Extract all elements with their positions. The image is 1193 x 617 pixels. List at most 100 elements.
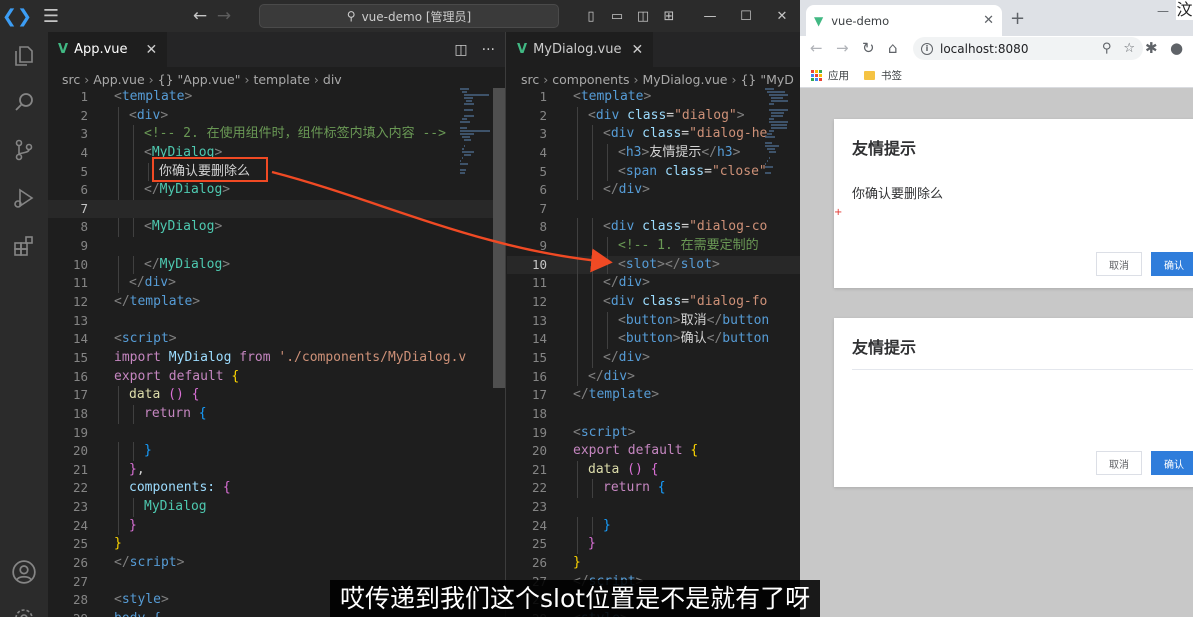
code-line[interactable]: 15 import MyDialog from './components/MyD… [48,349,505,368]
toggle-panel-icon[interactable]: ▭ [604,0,630,32]
more-actions-icon[interactable]: ··· [482,42,495,58]
toggle-primary-sidebar-icon[interactable]: ▯ [578,0,604,32]
tab-mydialog-vue[interactable]: V MyDialog.vue ✕ [507,32,654,67]
code-line[interactable]: 4 <h3>友情提示</h3> [507,143,800,163]
close-tab-icon[interactable]: ✕ [631,42,643,58]
code-line[interactable]: 10 <slot></slot> [507,255,800,275]
maximize-icon[interactable]: ☐ [728,0,764,32]
customize-layout-icon[interactable]: ⊞ [656,0,682,32]
confirm-button[interactable]: 确认 [1151,451,1193,475]
breadcrumb-item[interactable]: src [62,72,80,87]
explorer-icon[interactable] [0,34,48,78]
close-window-icon[interactable]: ✕ [764,0,800,32]
code-line[interactable]: 18 return { [48,404,505,424]
code-line[interactable]: 8 <div class="dialog-co [507,218,800,238]
forward-arrow-icon[interactable]: → [836,39,849,57]
code-line[interactable]: 23 [507,498,800,517]
code-line[interactable]: 6 </div> [507,181,800,200]
breadcrumb-item[interactable]: components [552,72,629,87]
code-line[interactable]: 16 export default { [48,368,505,387]
command-center-search[interactable]: ⚲ vue-demo [管理员] [259,4,559,28]
close-tab-icon[interactable]: ✕ [983,13,994,28]
breadcrumb-item[interactable]: {} "App.vue" [158,72,241,87]
close-tab-icon[interactable]: ✕ [146,42,158,58]
code-line[interactable]: 15 </div> [507,348,800,368]
code-line[interactable]: 23 MyDialog [48,498,505,517]
source-control-icon[interactable] [0,128,48,172]
back-arrow-icon[interactable]: ← [810,39,823,57]
home-icon[interactable]: ⌂ [888,39,898,57]
back-arrow-icon[interactable]: ← [188,6,212,26]
code-line[interactable]: 24} [48,516,505,536]
code-line[interactable]: 25} [48,535,505,554]
code-line[interactable]: 1 <template> [507,88,800,107]
code-line[interactable]: 2 <div class="dialog"> [507,106,800,126]
code-editor[interactable]: 1 <template> 2 <div> 3 <!-- 2. 在使用组件时，组件标签内填入… [48,88,505,617]
menu-icon[interactable]: ☰ [34,0,68,32]
code-line[interactable]: 20 export default { [507,442,800,461]
code-line[interactable]: 14 <button>确认</button [507,330,800,349]
bookmark-folder[interactable]: 书签 [864,68,902,83]
code-line[interactable]: 9 <!-- 1. 在需要定制的 [507,237,800,256]
code-line[interactable]: 26} [507,554,800,573]
vertical-scrollbar[interactable] [493,88,505,388]
profile-icon[interactable]: ● [1170,39,1183,57]
code-line[interactable]: 11 </div> [507,274,800,294]
code-line[interactable]: 18 [507,405,800,424]
code-line[interactable]: 24} [507,516,800,536]
code-line[interactable]: 7 [48,199,505,219]
code-editor[interactable]: 1 <template> 2 <div class="dialog"> 3 <div cl… [507,88,800,617]
extensions-icon[interactable] [0,224,48,268]
toggle-secondary-sidebar-icon[interactable]: ◫ [630,0,656,32]
address-bar[interactable]: i localhost:8080 ⚲ ☆ [913,37,1143,60]
new-tab-icon[interactable]: + [1010,8,1025,29]
code-line[interactable]: 8 <MyDialog> [48,218,505,238]
site-info-icon[interactable]: i [921,42,933,55]
split-editor-icon[interactable]: ◫ [454,42,467,58]
code-line[interactable]: 17 </template> [507,386,800,405]
code-line[interactable]: 17 data () { [48,386,505,405]
code-line[interactable]: 26 </script> [48,554,505,573]
bookmark-star-icon[interactable]: ☆ [1123,41,1135,56]
code-line[interactable]: 10 </MyDialog> [48,255,505,275]
code-line[interactable]: 20} [48,442,505,461]
browser-tab[interactable]: ▼ vue-demo ✕ [806,5,1002,36]
code-line[interactable]: 22 components: { [48,479,505,499]
code-line[interactable]: 9 [48,237,505,256]
extensions-puzzle-icon[interactable]: ✱ [1145,39,1158,57]
minimap[interactable] [765,88,800,558]
code-line[interactable]: 16 </div> [507,367,800,387]
breadcrumb-item[interactable]: src [521,72,539,87]
code-line[interactable]: 13 [48,312,505,331]
confirm-button[interactable]: 确认 [1151,252,1193,276]
run-debug-icon[interactable] [0,176,48,220]
code-line[interactable]: 1 <template> [48,88,505,107]
reload-icon[interactable]: ↻ [862,39,875,57]
tab-app-vue[interactable]: V App.vue ✕ [48,32,168,67]
account-icon[interactable] [0,550,48,594]
minimize-icon[interactable]: — [1157,4,1169,18]
breadcrumb-item[interactable]: div [323,72,342,87]
code-line[interactable]: 5 你确认要删除么 [48,162,505,182]
code-line[interactable]: 4 <MyDialog> [48,143,505,163]
minimize-icon[interactable]: — [692,0,728,32]
code-line[interactable]: 14 <script> [48,330,505,349]
code-line[interactable]: 19 <script> [507,424,800,443]
code-line[interactable]: 12 <div class="dialog-fo [507,293,800,312]
code-line[interactable]: 3 <!-- 2. 在使用组件时，组件标签内填入内容 --> [48,125,505,144]
code-line[interactable]: 19 [48,424,505,443]
code-line[interactable]: 21 data () { [507,460,800,480]
forward-arrow-icon[interactable]: → [212,6,236,26]
code-line[interactable]: 3 <div class="dialog-he [507,125,800,144]
zoom-icon[interactable]: ⚲ [1102,41,1112,56]
cancel-button[interactable]: 取消 [1096,252,1142,276]
breadcrumb-item[interactable]: MyDialog.vue [642,72,727,87]
code-line[interactable]: 7 [507,200,800,219]
code-line[interactable]: 11 </div> [48,274,505,294]
search-icon[interactable] [0,80,48,124]
code-line[interactable]: 22 return { [507,479,800,499]
code-line[interactable]: 2 <div> [48,106,505,126]
breadcrumb-item[interactable]: App.vue [93,72,144,87]
code-line[interactable]: 12 </template> [48,293,505,312]
breadcrumb-item[interactable]: {} "MyD [740,72,793,87]
